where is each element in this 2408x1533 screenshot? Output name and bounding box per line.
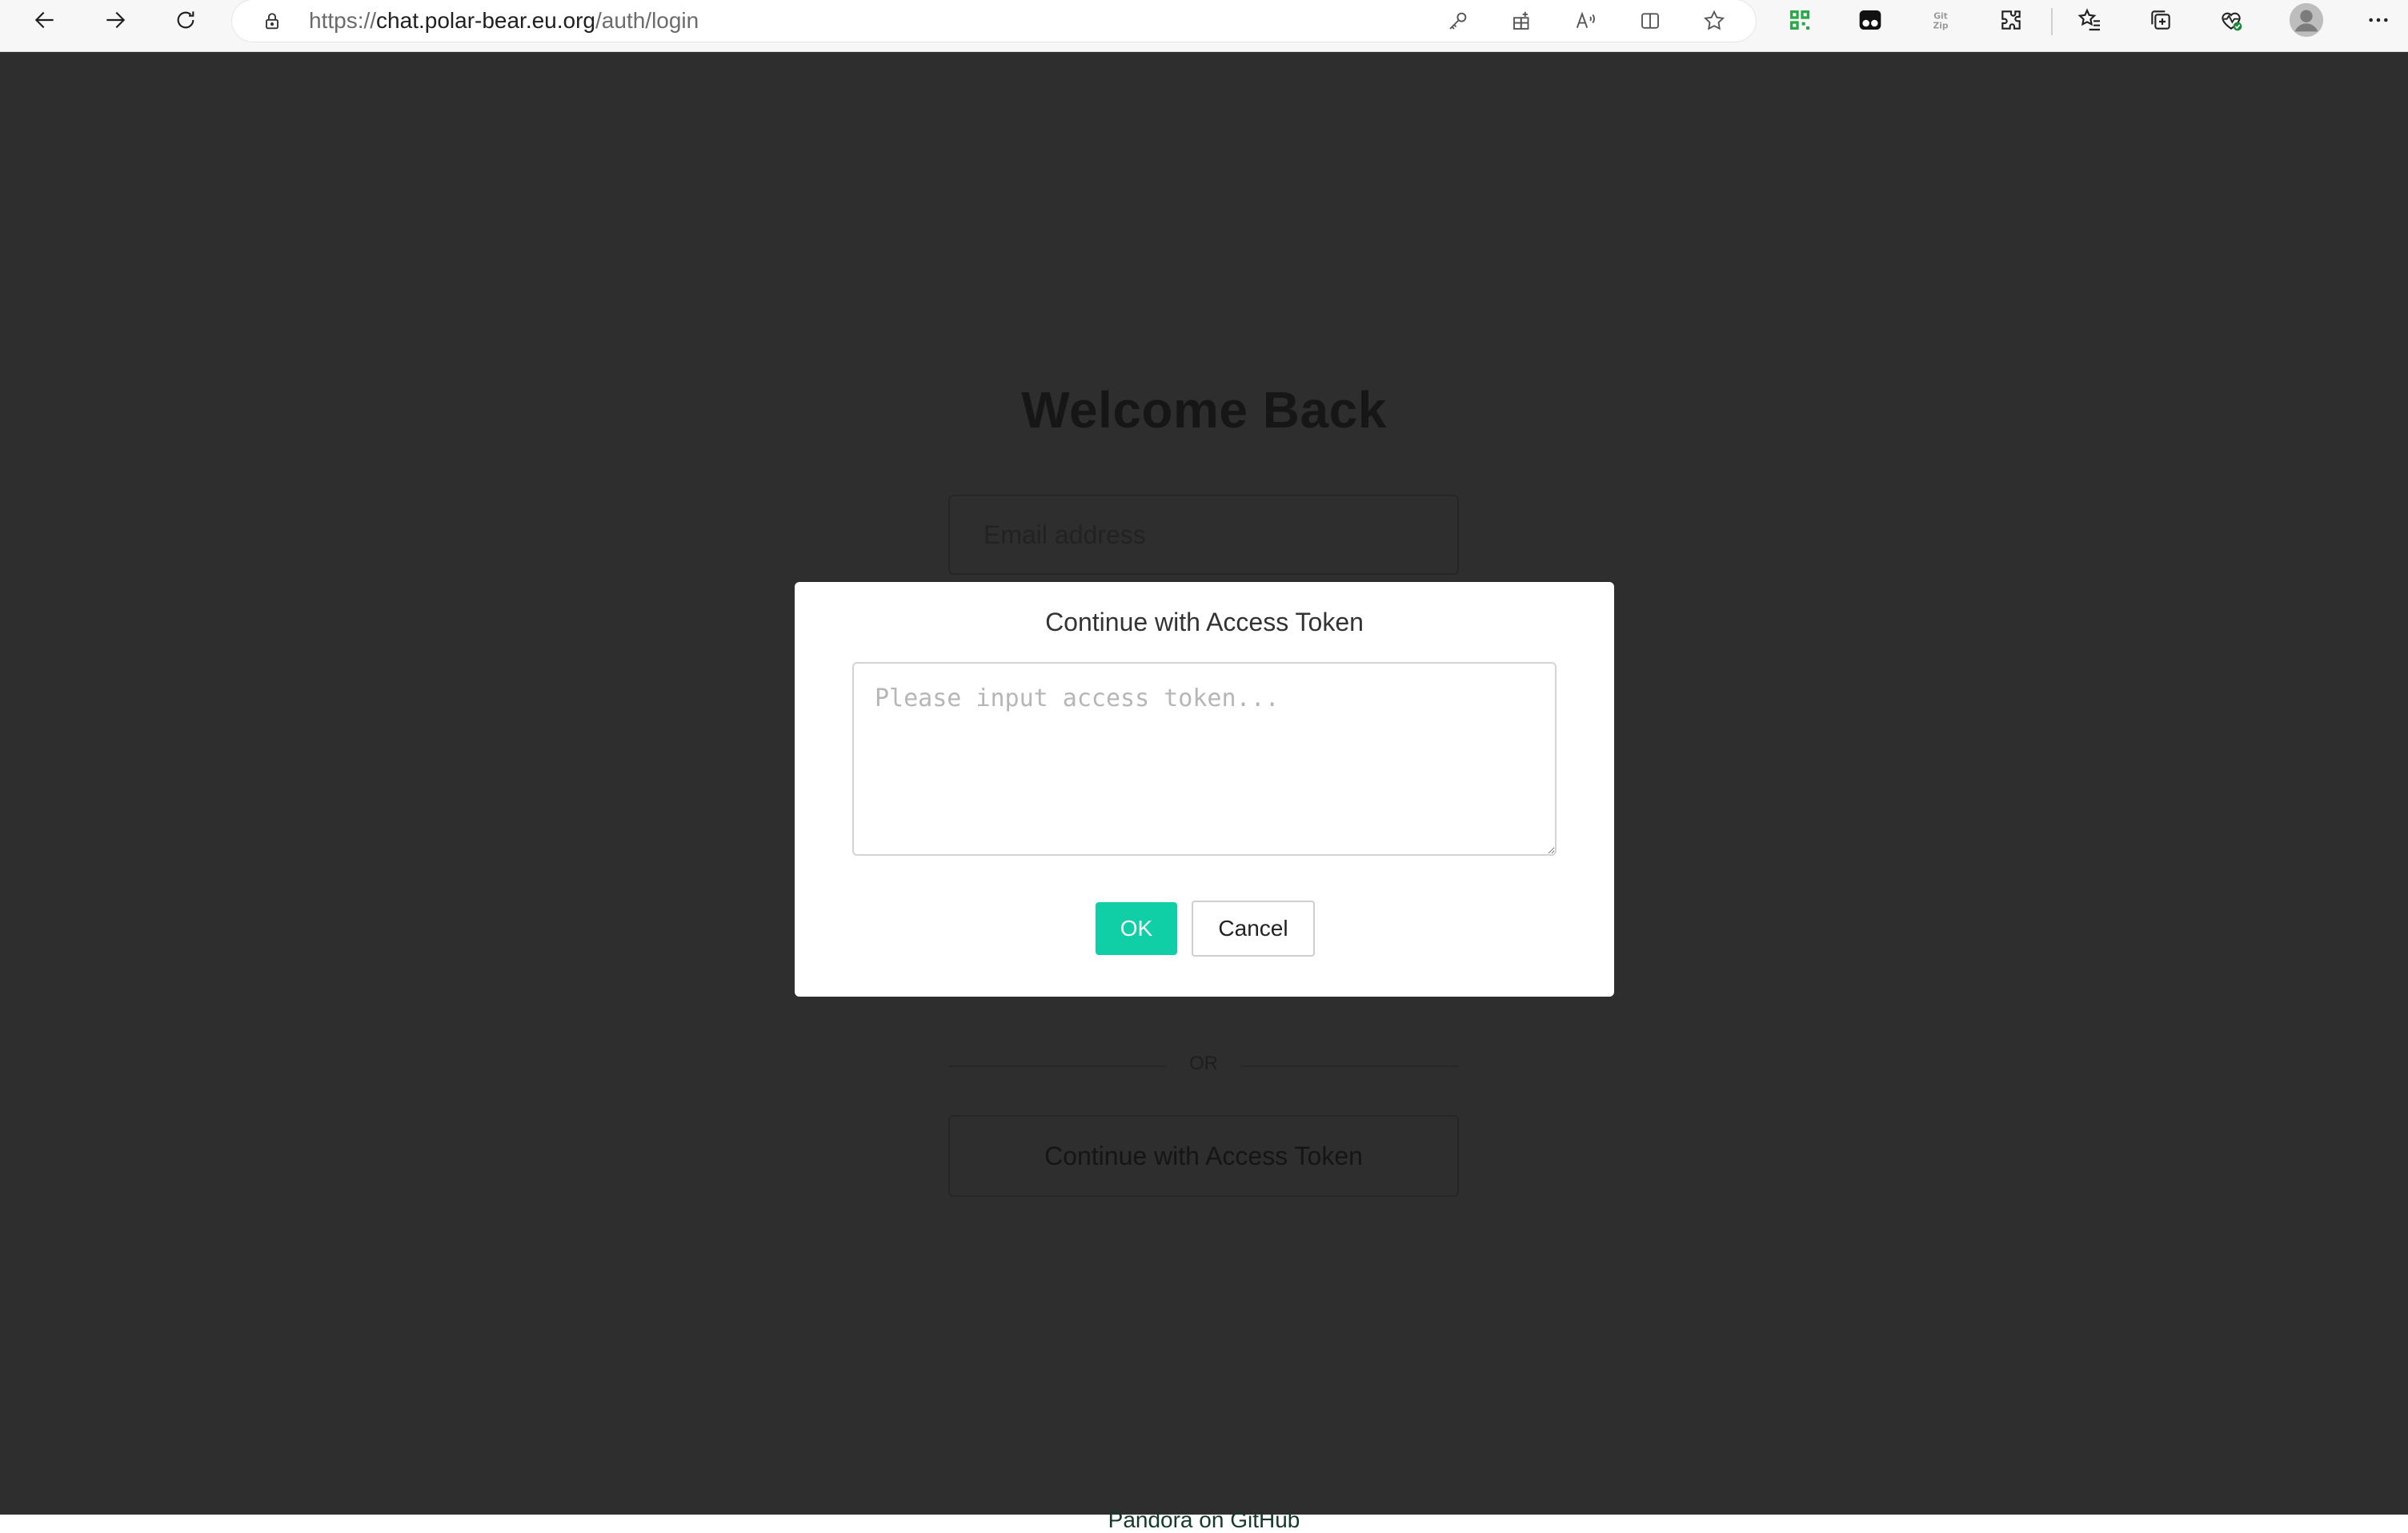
- tampermonkey-icon[interactable]: [1853, 2, 1888, 38]
- apps-icon[interactable]: [1506, 5, 1538, 37]
- browser-toolbar: https://chat.polar-bear.eu.org/auth/logi…: [0, 0, 2408, 52]
- dialog-title: Continue with Access Token: [1045, 608, 1364, 636]
- key-icon[interactable]: [1442, 5, 1474, 37]
- address-bar[interactable]: https://chat.polar-bear.eu.org/auth/logi…: [232, 0, 1756, 42]
- extensions-icon[interactable]: [1993, 2, 2029, 38]
- continue-with-token-button[interactable]: Continue with Access Token: [948, 1115, 1459, 1197]
- access-token-input[interactable]: [852, 662, 1557, 856]
- cancel-button[interactable]: Cancel: [1192, 901, 1315, 957]
- url-host: chat.polar-bear.eu.org: [376, 8, 596, 33]
- toolbar-separator: [2051, 8, 2053, 35]
- url-text[interactable]: https://chat.polar-bear.eu.org/auth/logi…: [309, 8, 699, 34]
- favorites-icon[interactable]: [2073, 2, 2108, 38]
- page-title: Welcome Back: [1021, 381, 1387, 439]
- divider-line-right: [1241, 1065, 1459, 1067]
- more-icon[interactable]: [2361, 2, 2396, 38]
- profile-avatar-icon[interactable]: [2287, 1, 2326, 39]
- url-path: /auth/login: [595, 8, 699, 33]
- back-icon[interactable]: [27, 2, 62, 38]
- favorite-star-icon[interactable]: [1698, 5, 1730, 37]
- url-scheme: https://: [309, 8, 377, 33]
- qr-extension-icon[interactable]: [1782, 2, 1817, 38]
- read-aloud-icon[interactable]: [1570, 5, 1602, 37]
- access-token-dialog: Continue with Access Token OK Cancel: [795, 582, 1614, 997]
- refresh-icon[interactable]: [168, 2, 203, 38]
- forward-icon[interactable]: [98, 2, 133, 38]
- github-link[interactable]: Pandora on GitHub: [0, 1507, 2408, 1533]
- collections-icon[interactable]: [2143, 2, 2178, 38]
- or-divider: OR: [948, 1053, 1459, 1080]
- email-placeholder: Email address: [984, 520, 1146, 549]
- lock-icon[interactable]: [259, 8, 285, 34]
- svg-text:Zip: Zip: [1933, 21, 1948, 31]
- browser-essentials-icon[interactable]: [2214, 2, 2249, 38]
- email-field[interactable]: Email address: [948, 495, 1459, 575]
- divider-text: OR: [1189, 1053, 1218, 1074]
- git-zip-icon[interactable]: Git Zip: [1923, 2, 1958, 38]
- ok-button[interactable]: OK: [1096, 902, 1177, 955]
- split-screen-icon[interactable]: [1634, 5, 1666, 37]
